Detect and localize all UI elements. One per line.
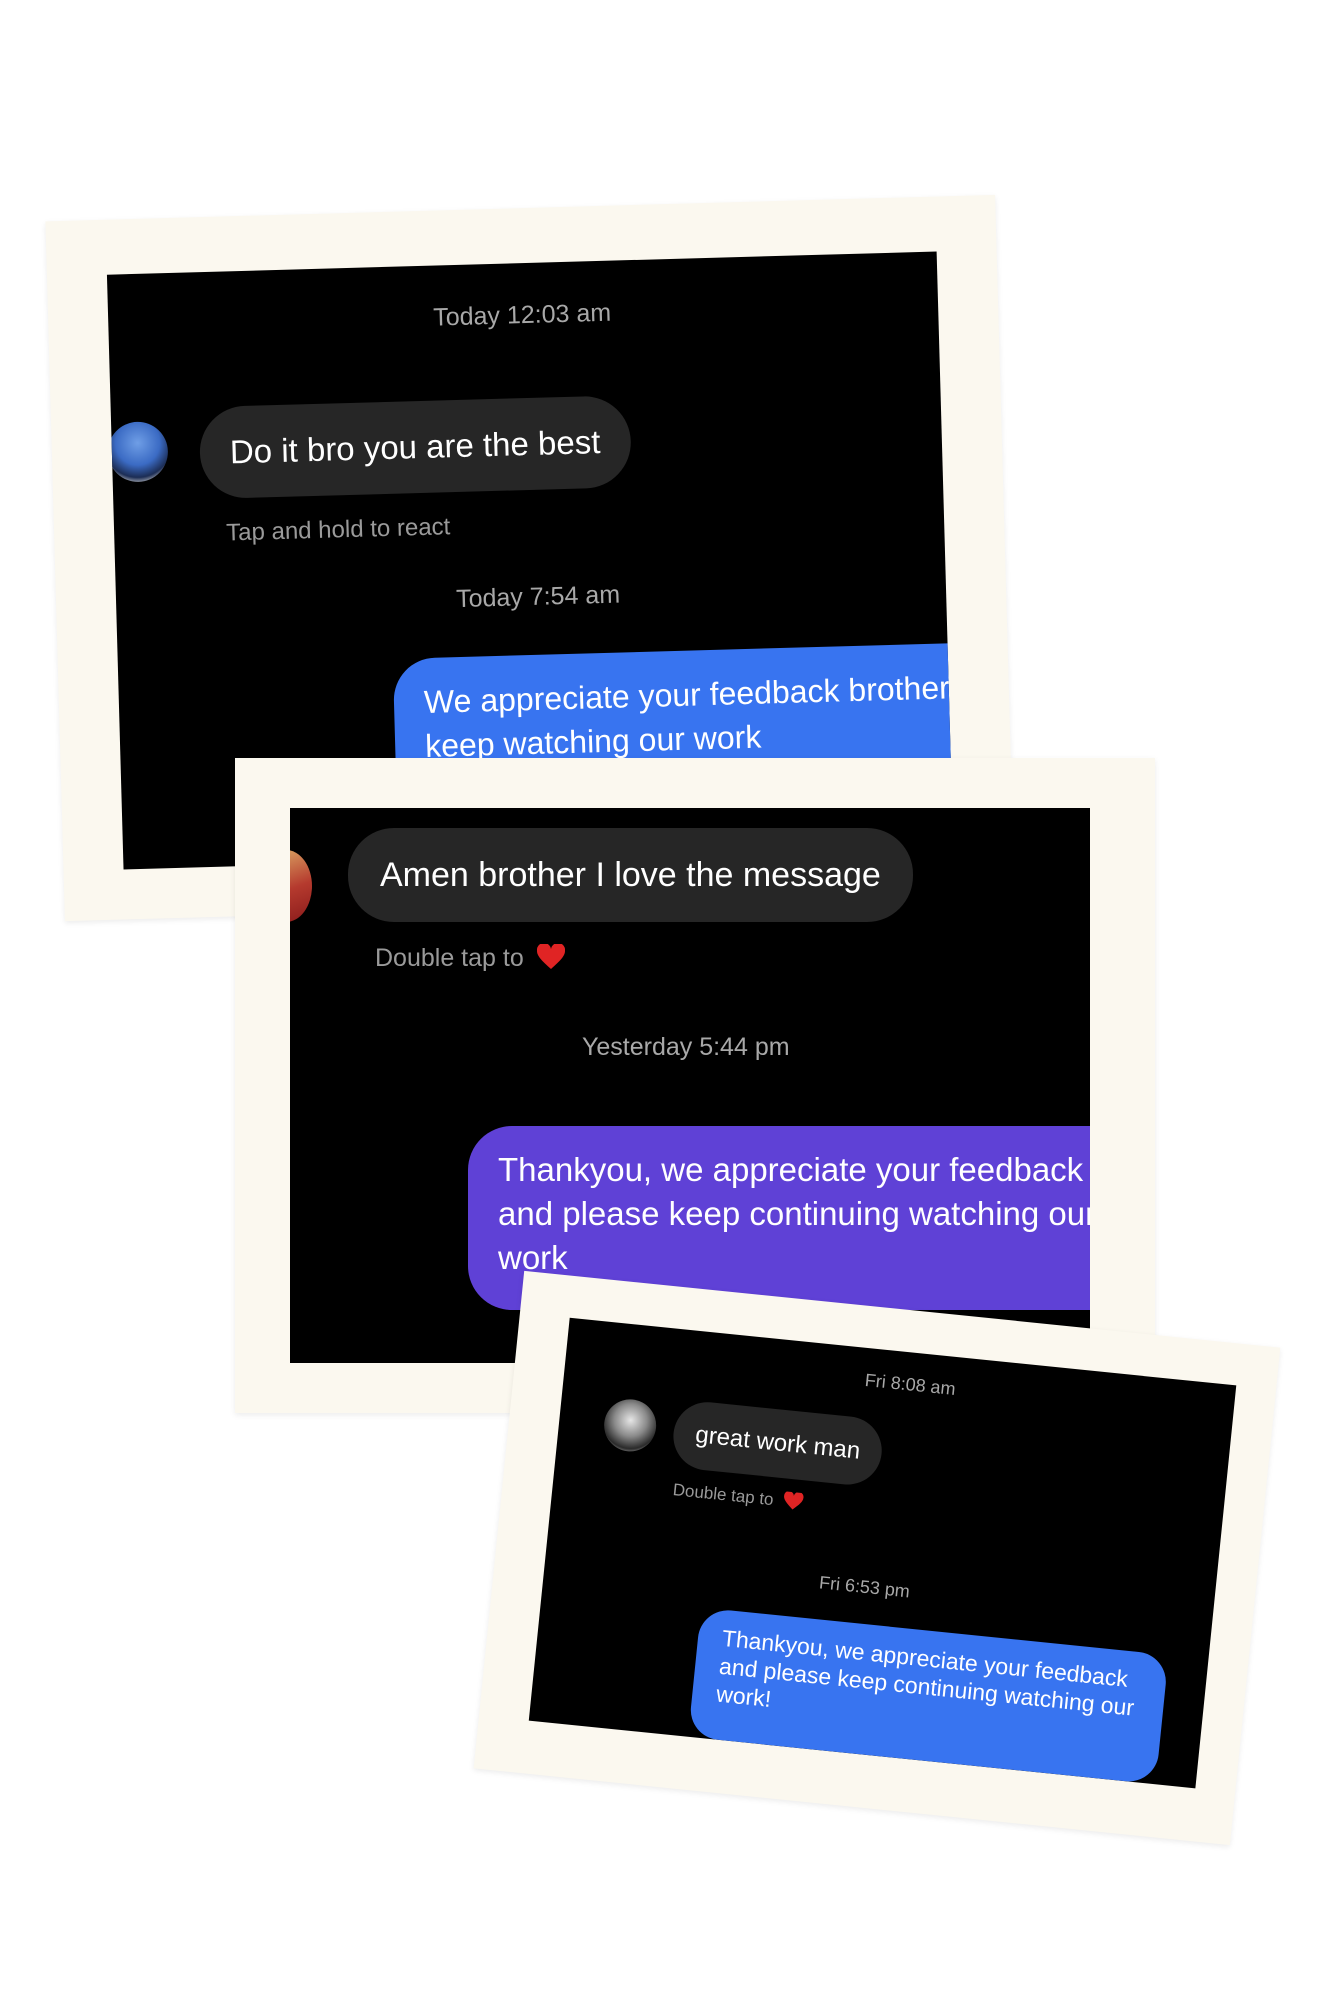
heart-icon [782, 1491, 804, 1511]
chat-screen: Amen brother I love the message Double t… [290, 808, 1090, 1363]
reaction-hint: Double tap to [672, 1477, 805, 1513]
avatar[interactable] [601, 1396, 659, 1454]
reaction-hint: Double tap to [375, 940, 565, 973]
heart-icon [536, 944, 565, 970]
timestamp: Fri 8:08 am [863, 1369, 957, 1400]
reaction-hint-text: Double tap to [671, 1480, 775, 1510]
incoming-message-bubble[interactable]: Do it bro you are the best [198, 395, 632, 500]
timestamp: Fri 6:53 pm [818, 1572, 911, 1602]
screenshot-card-3: Fri 8:08 am great work man Double tap to… [473, 1270, 1281, 1846]
avatar[interactable] [290, 850, 312, 922]
incoming-message-bubble[interactable]: great work man [670, 1398, 886, 1488]
avatar[interactable] [107, 421, 169, 483]
timestamp: Yesterday 5:44 pm [582, 1033, 790, 1061]
outgoing-message-bubble[interactable]: Thankyou, we appreciate your feedback an… [687, 1607, 1169, 1785]
chat-screen: Fri 8:08 am great work man Double tap to… [528, 1317, 1237, 1789]
timestamp: Today 7:54 am [455, 580, 621, 614]
reaction-hint-text: Double tap to [375, 944, 524, 972]
timestamp: Today 12:03 am [432, 298, 612, 332]
incoming-message-bubble[interactable]: Amen brother I love the message [348, 828, 913, 922]
reaction-hint: Tap and hold to react [225, 513, 451, 547]
